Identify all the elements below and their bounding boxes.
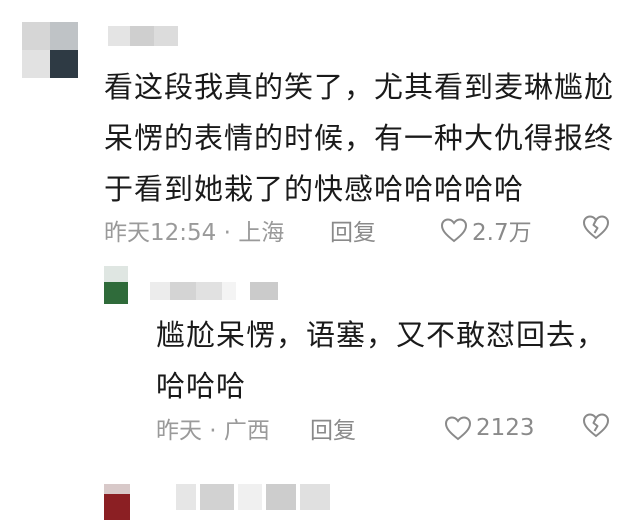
comment-time-location: 昨天12:54 · 上海: [104, 220, 285, 246]
next-reply-avatar[interactable]: [104, 484, 130, 520]
reply-time-location: 昨天 · 广西: [156, 418, 270, 444]
reply-text: 尴尬呆愣，语塞，又不敢怼回去， 哈哈哈: [156, 310, 626, 412]
reply-line: 尴尬呆愣，语塞，又不敢怼回去，: [156, 318, 607, 352]
comment-meta: 昨天12:54 · 上海 回复 2.7万: [104, 212, 624, 248]
reply-meta: 昨天 · 广西 回复 2123: [156, 410, 624, 446]
reply-avatar[interactable]: [104, 266, 128, 304]
reply-like-count: 2123: [476, 415, 535, 441]
reply-dislike-button[interactable]: [582, 412, 610, 444]
like-count: 2.7万: [472, 220, 532, 246]
heart-outline-icon: [444, 416, 472, 441]
heart-outline-icon: [440, 218, 468, 243]
dislike-button[interactable]: [582, 214, 610, 246]
comment-text: 看这段我真的笑了，尤其看到麦琳尴尬 呆愣的表情的时候，有一种大仇得报终 于看到她…: [104, 62, 624, 215]
comment-line: 看这段我真的笑了，尤其看到麦琳尴尬: [104, 70, 615, 104]
comment-line: 呆愣的表情的时候，有一种大仇得报终: [104, 121, 615, 155]
reply-like-button[interactable]: 2123: [444, 415, 535, 441]
reply-button[interactable]: 回复: [330, 213, 376, 247]
like-button[interactable]: 2.7万: [440, 213, 532, 247]
broken-heart-icon: [582, 413, 610, 438]
comment-line: 于看到她栽了的快感哈哈哈哈哈: [104, 172, 525, 206]
avatar[interactable]: [22, 22, 78, 78]
broken-heart-icon: [582, 215, 610, 240]
username-blurred[interactable]: [108, 26, 178, 46]
reply-line: 哈哈哈: [156, 369, 247, 403]
reply-reply-button[interactable]: 回复: [310, 411, 356, 445]
reply-username-blurred[interactable]: [150, 282, 290, 300]
next-reply-username-blurred[interactable]: [176, 484, 336, 510]
comment-thread: 看这段我真的笑了，尤其看到麦琳尴尬 呆愣的表情的时候，有一种大仇得报终 于看到她…: [0, 0, 640, 520]
